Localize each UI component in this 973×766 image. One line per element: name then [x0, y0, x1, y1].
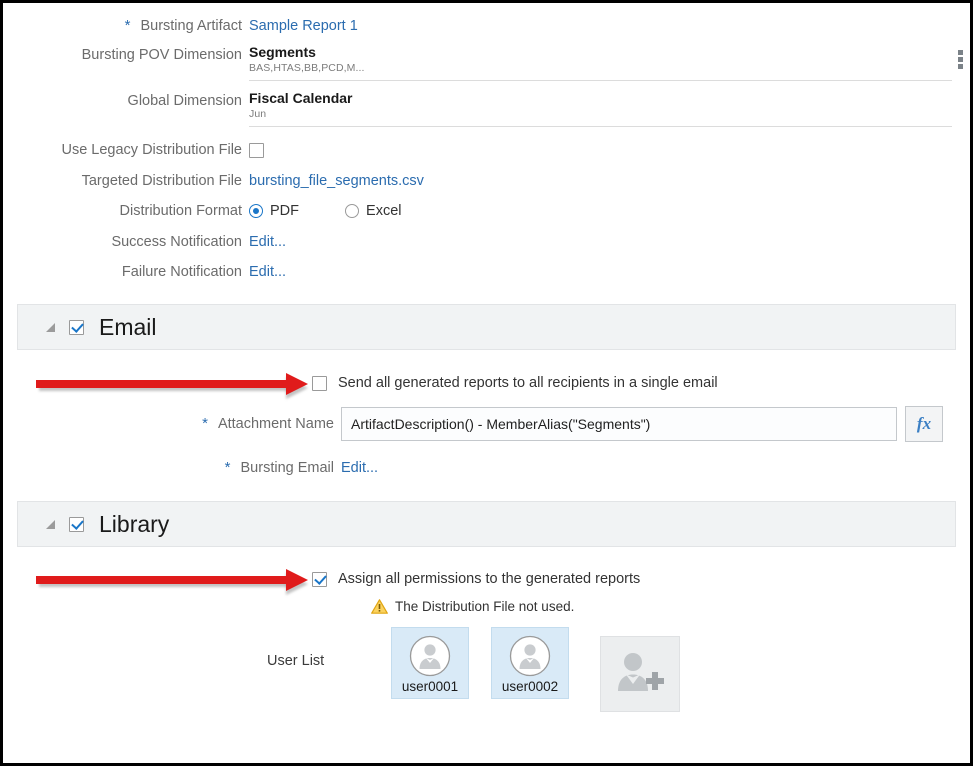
section-title-library: Library [99, 511, 169, 537]
row-bursting-email: *Bursting Email Edit... [3, 459, 970, 477]
field-global-dimension[interactable]: Fiscal Calendar Jun [249, 90, 952, 127]
section-header-library[interactable]: Library [17, 501, 956, 547]
row-targeted-distribution-file: Targeted Distribution File bursting_file… [3, 172, 970, 190]
section-title-email: Email [99, 314, 157, 340]
label-bursting-pov-dimension: Bursting POV Dimension [3, 44, 249, 64]
row-success-notification: Success Notification Edit... [3, 233, 970, 251]
field-bursting-pov-dimension[interactable]: Segments BAS,HTAS,BB,PCD,M... [249, 44, 952, 81]
row-user-list: User List user0001 user0002 [3, 627, 970, 699]
label-assign-permissions: Assign all permissions to the generated … [338, 571, 640, 587]
required-asterisk: * [125, 17, 131, 34]
global-dimension-value: Fiscal Calendar [249, 90, 952, 107]
row-distribution-format: Distribution Format PDF Excel [3, 202, 970, 220]
label-distribution-format: Distribution Format [3, 202, 249, 220]
pov-dimension-members: BAS,HTAS,BB,PCD,M... [249, 61, 952, 75]
label-bursting-artifact: *Bursting Artifact [3, 17, 249, 35]
radio-excel[interactable] [345, 204, 359, 218]
checkbox-library-enabled[interactable] [69, 517, 84, 532]
link-bursting-artifact[interactable]: Sample Report 1 [249, 18, 358, 34]
user-avatar-icon [508, 634, 552, 678]
radio-option-excel[interactable]: Excel [345, 203, 401, 219]
row-global-dimension: Global Dimension Fiscal Calendar Jun [3, 90, 970, 127]
checkbox-use-legacy-distribution-file[interactable] [249, 143, 264, 158]
warning-triangle-icon [371, 599, 388, 614]
user-tile[interactable]: user0001 [391, 627, 469, 699]
input-attachment-name[interactable] [341, 407, 897, 441]
link-success-notification-edit[interactable]: Edit... [249, 234, 286, 250]
row-bursting-artifact: *Bursting Artifact Sample Report 1 [3, 17, 970, 35]
warning-text: The Distribution File not used. [395, 599, 574, 614]
label-use-legacy-distribution-file: Use Legacy Distribution File [3, 141, 249, 159]
link-failure-notification-edit[interactable]: Edit... [249, 264, 286, 280]
label-attachment-name: *Attachment Name [3, 415, 341, 433]
annotation-arrow-send-single-email [36, 373, 308, 395]
required-asterisk-attachment-name: * [202, 415, 208, 432]
link-targeted-distribution-file[interactable]: bursting_file_segments.csv [249, 173, 424, 189]
row-assign-permissions: Assign all permissions to the generated … [3, 571, 970, 587]
global-dimension-member: Jun [249, 107, 952, 121]
annotation-arrow-assign-permissions [36, 569, 308, 591]
collapse-triangle-icon-email[interactable] [46, 323, 55, 332]
pov-dimension-menu-icon[interactable] [954, 50, 966, 69]
row-send-single-email: Send all generated reports to all recipi… [3, 375, 970, 391]
row-attachment-name: *Attachment Name fx [3, 406, 970, 442]
pov-dimension-value: Segments [249, 44, 952, 61]
checkbox-send-single-email[interactable] [312, 376, 327, 391]
row-bursting-pov-dimension: Bursting POV Dimension Segments BAS,HTAS… [3, 44, 970, 81]
link-bursting-email-edit[interactable]: Edit... [341, 460, 378, 476]
section-header-email[interactable]: Email [17, 304, 956, 350]
label-global-dimension: Global Dimension [3, 90, 249, 110]
fx-icon: fx [917, 415, 931, 433]
checkbox-email-enabled[interactable] [69, 320, 84, 335]
checkbox-assign-permissions[interactable] [312, 572, 327, 587]
add-user-button[interactable] [600, 636, 680, 712]
label-failure-notification: Failure Notification [3, 263, 249, 281]
row-use-legacy-distribution-file: Use Legacy Distribution File [3, 141, 970, 159]
label-targeted-distribution-file: Targeted Distribution File [3, 172, 249, 190]
user-avatar-icon [408, 634, 452, 678]
function-builder-button[interactable]: fx [905, 406, 943, 442]
user-tile-label: user0002 [502, 679, 558, 694]
required-asterisk-bursting-email: * [225, 459, 231, 476]
label-success-notification: Success Notification [3, 233, 249, 251]
label-user-list: User List [267, 627, 391, 669]
row-distribution-file-warning: The Distribution File not used. [3, 599, 970, 614]
collapse-triangle-icon-library[interactable] [46, 520, 55, 529]
radio-pdf[interactable] [249, 204, 263, 218]
radio-option-pdf[interactable]: PDF [249, 203, 303, 219]
bursting-definition-panel: *Bursting Artifact Sample Report 1 Burst… [0, 0, 973, 766]
label-bursting-email: *Bursting Email [3, 459, 341, 477]
user-tile[interactable]: user0002 [491, 627, 569, 699]
user-tile-label: user0001 [402, 679, 458, 694]
add-user-icon [612, 649, 668, 699]
label-send-single-email: Send all generated reports to all recipi… [338, 375, 718, 391]
row-failure-notification: Failure Notification Edit... [3, 263, 970, 281]
